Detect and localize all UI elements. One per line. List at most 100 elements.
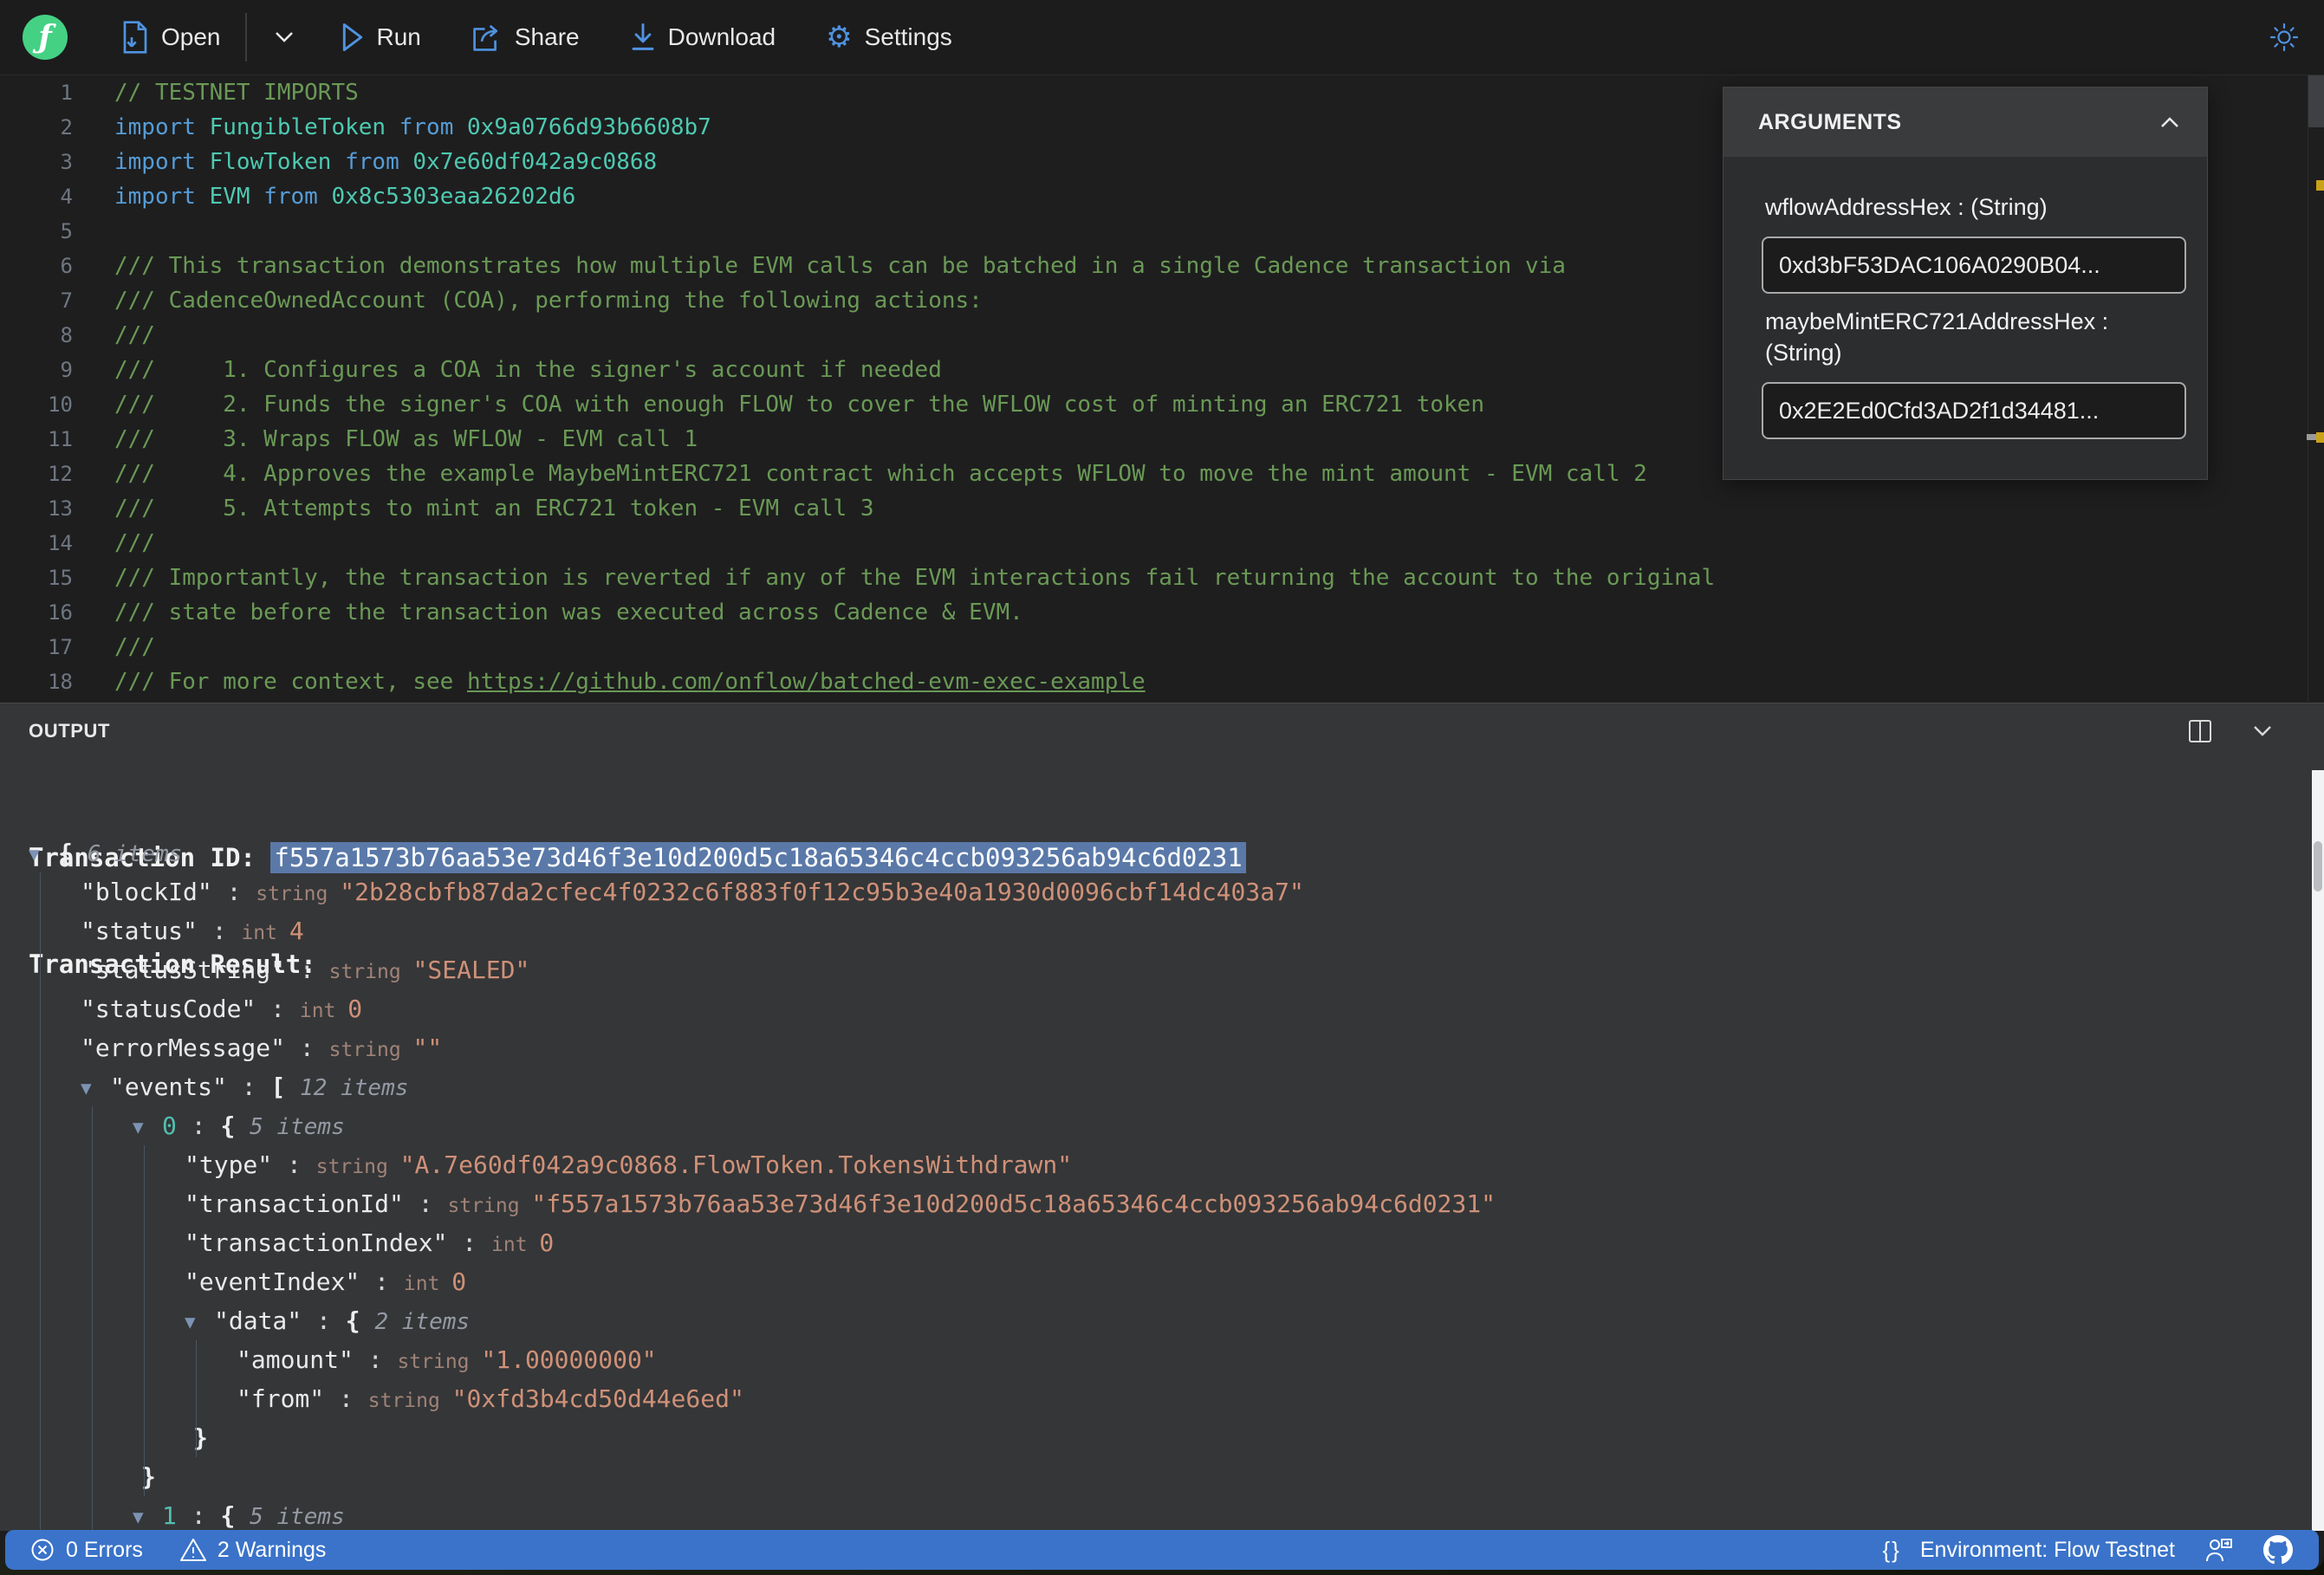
- toolbar-divider: [244, 13, 247, 62]
- desktop-background: ƒ Open Run Share Download ⚙ Settings 1 /…: [0, 0, 2324, 1575]
- expand-arrow-icon[interactable]: ▼: [81, 1069, 110, 1108]
- share-button[interactable]: Share: [456, 14, 595, 61]
- open-label: Open: [161, 23, 221, 50]
- json-row: "status" : int 4: [81, 917, 304, 945]
- line-number: 9: [60, 358, 73, 382]
- json-row: ▼ "events" : [ 12 items: [0, 1067, 2307, 1106]
- output-scrollbar-thumb[interactable]: [2314, 841, 2322, 891]
- arguments-panel: ARGUMENTS wflowAddressHex : (String) may…: [1723, 87, 2208, 480]
- warning-marker-2: [2316, 432, 2324, 443]
- json-row: ▼ "data" : { 2 items: [0, 1301, 2307, 1340]
- warning-icon: [179, 1537, 207, 1563]
- line-number: 16: [48, 600, 73, 625]
- share-icon: [471, 23, 503, 52]
- code-line: 17///: [0, 630, 2324, 664]
- open-button[interactable]: Open: [106, 12, 237, 62]
- line-number: 7: [60, 288, 73, 313]
- warnings-label: 2 Warnings: [217, 1537, 327, 1562]
- github-icon[interactable]: [2263, 1535, 2293, 1565]
- arguments-body: wflowAddressHex : (String) maybeMintERC7…: [1724, 157, 2207, 439]
- theme-toggle-sun-icon[interactable]: [2269, 22, 2300, 53]
- editor-scrollbar[interactable]: [2308, 75, 2324, 127]
- open-dropdown-button[interactable]: [256, 20, 313, 55]
- line-number: 4: [60, 185, 73, 209]
- argument-input-wflow[interactable]: [1762, 237, 2186, 294]
- line-number: 6: [60, 254, 73, 278]
- line-number: 5: [60, 219, 73, 243]
- code-line: 18/// For more context, see https://gith…: [0, 664, 2324, 699]
- flow-logo: ƒ: [23, 15, 68, 60]
- line-number: 11: [48, 427, 73, 451]
- errors-label: 0 Errors: [66, 1537, 143, 1562]
- code-link[interactable]: https://github.com/onflow/batched-evm-ex…: [467, 669, 1146, 695]
- expand-arrow-icon[interactable]: ▼: [185, 1303, 214, 1342]
- settings-button[interactable]: ⚙ Settings: [810, 14, 968, 61]
- transaction-result-tree: ▼{ 6 items "blockId" : string "2b28cbfb87…: [0, 833, 2307, 1531]
- code-line: 14///: [0, 526, 2324, 561]
- environment-label: Environment: Flow Testnet: [1919, 1537, 2175, 1562]
- line-number: 18: [48, 670, 73, 694]
- json-row: "statusString" : string "SEALED": [81, 956, 530, 984]
- output-collapse-chevron-icon[interactable]: [2249, 723, 2275, 740]
- line-number: 15: [48, 566, 73, 590]
- braces-icon: {}: [1882, 1536, 1901, 1563]
- line-number: 8: [60, 323, 73, 347]
- expand-arrow-icon[interactable]: ▼: [29, 835, 58, 874]
- download-icon: [630, 23, 656, 52]
- status-bar: 0 Errors 2 Warnings {} Environment: Flow…: [5, 1530, 2319, 1570]
- indent-guide: [144, 1145, 145, 1496]
- line-number: 17: [48, 635, 73, 659]
- run-button[interactable]: Run: [325, 14, 437, 61]
- json-row: "from" : string "0xfd3b4cd50d44e6ed": [237, 1384, 744, 1413]
- feedback-person-icon[interactable]: [2204, 1536, 2234, 1564]
- run-label: Run: [376, 23, 421, 50]
- json-row: "statusCode" : int 0: [81, 995, 363, 1023]
- code-line: 16/// state before the transaction was e…: [0, 595, 2324, 630]
- output-title: OUTPUT: [29, 720, 111, 742]
- settings-gear-icon: ⚙: [826, 20, 853, 55]
- json-row: "type" : string "A.7e60df042a9c0868.Flow…: [185, 1150, 1073, 1179]
- arguments-title: ARGUMENTS: [1758, 109, 1902, 134]
- json-row: "blockId" : string "2b28cbfb87da2cfec4f0…: [81, 878, 1304, 906]
- settings-label: Settings: [864, 23, 952, 50]
- output-header: OUTPUT: [0, 703, 2324, 759]
- json-row: }: [193, 1423, 208, 1452]
- argument-label-wflow: wflowAddressHex : (String): [1765, 194, 2048, 220]
- download-label: Download: [667, 23, 776, 50]
- json-row: "eventIndex" : int 0: [185, 1267, 467, 1296]
- output-scrollbar-track[interactable]: [2312, 770, 2324, 1531]
- json-row: "transactionIndex" : int 0: [185, 1228, 555, 1257]
- json-row: "transactionId" : string "f557a1573b76aa…: [185, 1189, 1496, 1218]
- errors-status[interactable]: 0 Errors: [29, 1537, 143, 1563]
- toolbar: ƒ Open Run Share Download ⚙ Settings: [0, 0, 2324, 75]
- warnings-status[interactable]: 2 Warnings: [179, 1537, 327, 1563]
- download-button[interactable]: Download: [614, 14, 792, 61]
- arguments-header[interactable]: ARGUMENTS: [1724, 88, 2207, 157]
- warning-marker-1: [2316, 180, 2324, 191]
- line-number: 14: [48, 531, 73, 555]
- split-editor-icon[interactable]: [2187, 718, 2213, 744]
- indent-guide: [92, 1106, 93, 1531]
- share-label: Share: [514, 23, 580, 50]
- json-row: "errorMessage" : string "": [81, 1034, 443, 1062]
- argument-label-maybemint: maybeMintERC721AddressHex : (String): [1765, 308, 2109, 366]
- json-row: }: [141, 1462, 156, 1491]
- run-play-icon: [341, 23, 365, 52]
- json-row: ▼ 1 : { 5 items: [0, 1496, 2307, 1531]
- json-row: ▼{ 6 items: [0, 833, 2307, 872]
- code-line: 13/// 5. Attempts to mint an ERC721 toke…: [0, 491, 2324, 526]
- open-file-icon: [121, 21, 149, 54]
- indent-guide: [196, 1340, 197, 1457]
- chevron-up-icon[interactable]: [2157, 113, 2183, 131]
- line-number: 13: [48, 496, 73, 521]
- error-icon: [29, 1537, 55, 1563]
- chevron-down-icon: [271, 29, 297, 46]
- code-line: 15/// Importantly, the transaction is re…: [0, 561, 2324, 595]
- expand-arrow-icon[interactable]: ▼: [133, 1108, 162, 1147]
- environment-status[interactable]: {} Environment: Flow Testnet: [1883, 1537, 2176, 1564]
- line-number: 2: [60, 115, 73, 139]
- line-number: 3: [60, 150, 73, 174]
- line-number: 1: [60, 81, 73, 105]
- json-row: ▼ 0 : { 5 items: [0, 1106, 2307, 1145]
- argument-input-maybemint[interactable]: [1762, 382, 2186, 439]
